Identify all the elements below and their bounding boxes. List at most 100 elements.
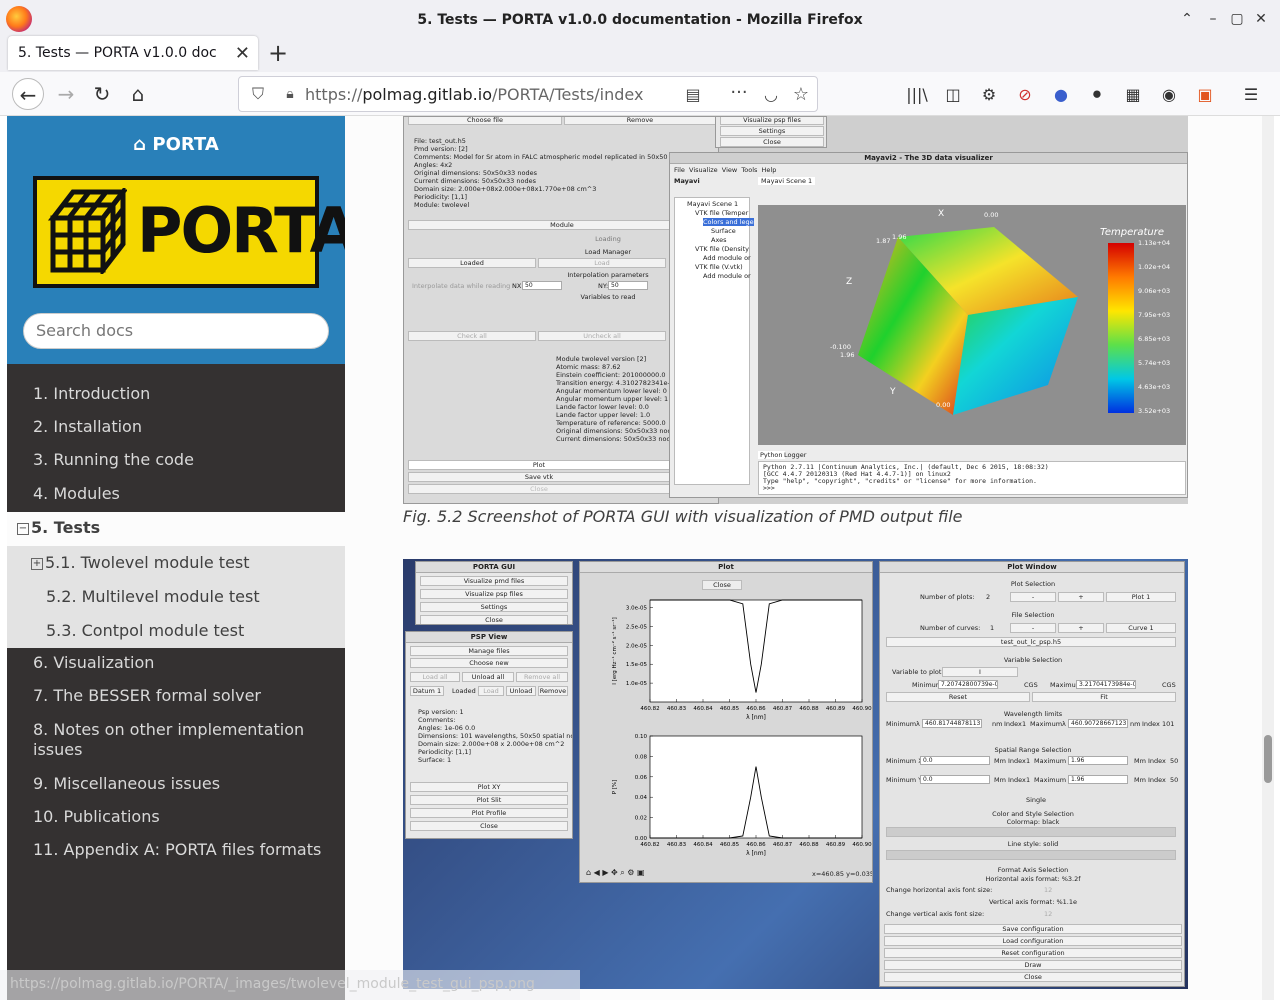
pocket-icon[interactable]: ◡ — [759, 83, 783, 107]
nav-twolevel-test[interactable]: +5.1. Twolevel module test — [7, 546, 345, 580]
home-button[interactable]: ⌂ — [122, 78, 154, 110]
uncheck-all-button[interactable]: Uncheck all — [538, 331, 666, 341]
menu-tools[interactable]: Tools — [741, 166, 757, 174]
interpolate-checkbox[interactable]: Interpolate data while reading — [412, 282, 510, 290]
plot-toolbar-icons[interactable]: ⌂ ◀ ▶ ✥ ⌕ ⚙ ▣ — [586, 868, 645, 878]
collapse-icon[interactable]: ⌃ — [1176, 8, 1198, 30]
collapse-toggle-icon[interactable]: − — [17, 522, 29, 535]
minimize-button[interactable]: – — [1202, 8, 1224, 30]
page-actions-icon[interactable]: ··· — [727, 81, 751, 105]
reset-button[interactable]: Reset — [886, 692, 1030, 702]
3d-scene[interactable]: X Z Y 0.00 1.96 1.87 -0.100 1.96 0.00 Te… — [758, 205, 1186, 445]
pipeline-tree[interactable]: Mayavi Scene 1 VTK file (Temper Colors a… — [674, 197, 754, 485]
account-icon[interactable]: ◉ — [1156, 82, 1182, 108]
close-tab-icon[interactable]: ✕ — [235, 43, 250, 64]
max-x-field[interactable]: 1.96 — [1068, 756, 1128, 765]
nav-installation[interactable]: 2. Installation — [33, 417, 142, 436]
reload-button[interactable]: ↻ — [86, 78, 118, 110]
nav-misc-issues[interactable]: 9. Miscellaneous issues — [33, 774, 220, 793]
plot-slit-button[interactable]: Plot Slit — [410, 795, 568, 805]
wl-max-field[interactable]: 460.907286671231295 — [1068, 719, 1128, 728]
figure-psp-gui[interactable]: PORTA GUI Visualize pmd files Visualize … — [403, 559, 1188, 989]
tree-node[interactable]: VTK file (Temper — [695, 209, 748, 217]
nav-publications[interactable]: 10. Publications — [33, 807, 160, 826]
tree-node[interactable]: Add module or — [703, 272, 751, 280]
remove-button[interactable]: Remove — [564, 117, 716, 125]
reset-configuration-button[interactable]: Reset configuration — [884, 948, 1182, 958]
line-style-slider[interactable] — [886, 850, 1176, 860]
nav-besser[interactable]: 7. The BESSER formal solver — [33, 686, 261, 705]
tree-node-selected[interactable]: Colors and lege — [703, 218, 754, 226]
min-y-field[interactable]: 0.0 — [920, 775, 990, 784]
maximum-field[interactable]: 3.21704173984e-05 — [1076, 680, 1136, 689]
close-gui-button[interactable]: Close — [720, 137, 824, 147]
s-extension-icon[interactable]: ▣ — [1192, 82, 1218, 108]
load-button-2[interactable]: Load — [478, 686, 504, 696]
blocker-icon[interactable]: ⊘ — [1012, 82, 1038, 108]
new-tab-button[interactable]: + — [264, 40, 292, 68]
save-vtk-button[interactable]: Save vtk — [408, 472, 670, 482]
horizontal-font-checkbox[interactable]: Change horizontal axis font size: — [886, 886, 992, 894]
min-x-field[interactable]: 0.0 — [920, 756, 990, 765]
datum-select[interactable]: Datum 1 — [410, 686, 444, 696]
plots-minus-button[interactable]: - — [1010, 592, 1056, 602]
curve-select[interactable]: Curve 1 — [1106, 623, 1176, 633]
single-checkbox[interactable]: Single — [1026, 796, 1046, 804]
bookmark-star-icon[interactable]: ☆ — [789, 83, 813, 107]
save-configuration-button[interactable]: Save configuration — [884, 924, 1182, 934]
plot-button[interactable]: Plot — [408, 460, 670, 470]
nav-tests-current[interactable]: −5. Tests — [7, 512, 345, 546]
tree-node[interactable]: Add module or — [703, 254, 751, 262]
choose-file-button[interactable]: Choose file — [408, 117, 562, 125]
search-docs-input[interactable]: Search docs — [23, 313, 329, 349]
library-icon[interactable]: |||\ — [904, 82, 930, 108]
nav-modules[interactable]: 4. Modules — [33, 484, 120, 503]
load-configuration-button[interactable]: Load configuration — [884, 936, 1182, 946]
tree-node[interactable]: Axes — [711, 236, 726, 244]
extension-gear-icon[interactable]: ⚙ — [976, 82, 1002, 108]
tab-active[interactable]: 5. Tests — PORTA v1.0.0 doc ✕ — [8, 36, 258, 70]
file-select[interactable]: test_out_lc_psp.h5 — [886, 637, 1176, 647]
maximize-button[interactable]: ▢ — [1226, 8, 1248, 30]
python-tab[interactable]: Python — [758, 451, 785, 459]
close-button[interactable]: Close — [408, 484, 670, 494]
tree-node[interactable]: VTK file (Density — [695, 245, 749, 253]
close-plot-window-button[interactable]: Close — [884, 972, 1182, 982]
page-scrollbar-thumb[interactable] — [1264, 735, 1272, 783]
close-psp-button[interactable]: Close — [410, 821, 568, 831]
variable-select[interactable]: I — [942, 667, 1018, 677]
nav-running-code[interactable]: 3. Running the code — [33, 450, 194, 469]
curves-minus-button[interactable]: - — [1010, 623, 1056, 633]
close-window-button[interactable]: ✕ — [1250, 8, 1272, 30]
manage-files-button[interactable]: Manage files — [410, 646, 568, 656]
scene-tab[interactable]: Mayavi Scene 1 — [758, 177, 816, 185]
check-all-button[interactable]: Check all — [408, 331, 536, 341]
wl-min-field[interactable]: 460.817448781131 — [922, 719, 982, 728]
close-gui-button-2[interactable]: Close — [420, 615, 568, 624]
settings-button-2[interactable]: Settings — [420, 602, 568, 612]
remove-button-2[interactable]: Remove — [538, 686, 568, 696]
load-all-button[interactable]: Load all — [410, 672, 460, 682]
page-scrollbar-track[interactable] — [1262, 116, 1274, 1000]
tree-node[interactable]: Surface — [711, 227, 736, 235]
expand-toggle-icon[interactable]: + — [31, 557, 43, 570]
choose-new-button[interactable]: Choose new — [410, 658, 568, 668]
menu-visualize[interactable]: Visualize — [689, 166, 718, 174]
tree-node[interactable]: Mayavi Scene 1 — [687, 200, 738, 208]
visualize-psp-button-2[interactable]: Visualize psp files — [420, 589, 568, 599]
home-link[interactable]: ⌂ PORTA — [7, 134, 345, 155]
reader-view-icon[interactable]: ▤ — [681, 83, 705, 107]
tree-node[interactable]: VTK file (V.vtk) — [695, 263, 743, 271]
forward-button[interactable]: → — [50, 78, 82, 110]
python-console[interactable]: Python 2.7.11 |Continuum Analytics, Inc.… — [758, 461, 1186, 495]
ny-field[interactable]: 50 — [608, 281, 648, 290]
lock-icon[interactable]: 🔒︎ — [279, 83, 301, 105]
fit-button[interactable]: Fit — [1032, 692, 1176, 702]
unload-all-button[interactable]: Unload all — [462, 672, 514, 682]
unload-button[interactable]: Unload — [506, 686, 536, 696]
load-button[interactable]: Load — [538, 258, 666, 268]
logger-tab[interactable]: Logger — [782, 451, 808, 459]
nav-visualization[interactable]: 6. Visualization — [33, 653, 154, 672]
shield-icon[interactable]: ⛉ — [247, 83, 269, 105]
curves-plus-button[interactable]: + — [1058, 623, 1104, 633]
